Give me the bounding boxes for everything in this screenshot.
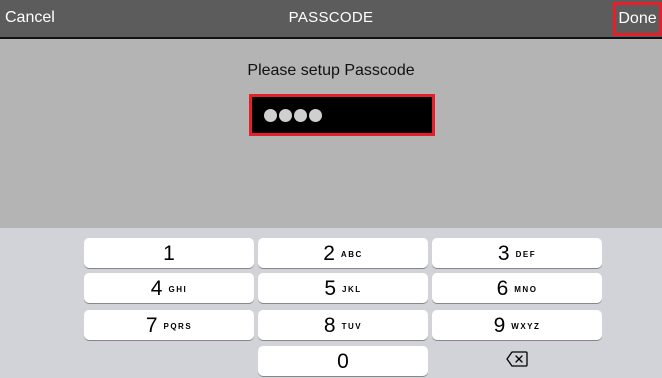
passcode-area: Please setup Passcode: [0, 39, 662, 228]
key-digit: 4: [150, 276, 163, 300]
key-letters: MNO: [514, 284, 538, 294]
key-2[interactable]: 2 ABC: [258, 238, 428, 268]
key-letters: ABC: [340, 249, 363, 259]
numeric-keypad: 1 2 ABC 3 DEF 4 GHI 5 JKL 6 MNO 7 PQRS 8…: [0, 228, 662, 378]
passcode-prompt: Please setup Passcode: [247, 62, 415, 79]
passcode-dot: [279, 108, 292, 122]
key-7[interactable]: 7 PQRS: [84, 310, 254, 340]
key-digit: 3: [497, 241, 510, 265]
key-letters: DEF: [515, 249, 537, 259]
done-button[interactable]: Done: [613, 2, 662, 36]
passcode-field[interactable]: [249, 94, 435, 136]
key-letters: TUV: [341, 321, 363, 331]
key-digit: 7: [145, 313, 158, 337]
key-0[interactable]: 0: [258, 346, 428, 376]
key-3[interactable]: 3 DEF: [432, 238, 602, 268]
key-9[interactable]: 9 WXYZ: [432, 310, 602, 340]
key-letters: PQRS: [163, 321, 193, 331]
passcode-dot: [309, 108, 322, 122]
key-letters: JKL: [342, 284, 362, 294]
key-digit: 9: [493, 313, 506, 337]
key-digit: 2: [323, 241, 335, 265]
page-title: PASSCODE: [288, 9, 374, 26]
key-digit: 5: [324, 276, 337, 300]
key-1[interactable]: 1: [84, 238, 254, 268]
delete-key[interactable]: [432, 346, 602, 376]
key-letters: WXYZ: [511, 321, 541, 331]
key-8[interactable]: 8 TUV: [258, 310, 428, 340]
key-digit: 6: [496, 276, 509, 300]
nav-bar: Cancel PASSCODE Done: [0, 0, 662, 39]
key-5[interactable]: 5 JKL: [258, 273, 428, 303]
key-4[interactable]: 4 GHI: [84, 273, 254, 303]
key-digit: 1: [163, 241, 175, 265]
key-digit: 8: [323, 313, 336, 337]
backspace-icon: [506, 350, 528, 372]
passcode-dot: [264, 108, 277, 122]
passcode-dot: [294, 108, 307, 122]
key-digit: 0: [337, 349, 349, 373]
key-letters: GHI: [168, 284, 188, 294]
key-6[interactable]: 6 MNO: [432, 273, 602, 303]
